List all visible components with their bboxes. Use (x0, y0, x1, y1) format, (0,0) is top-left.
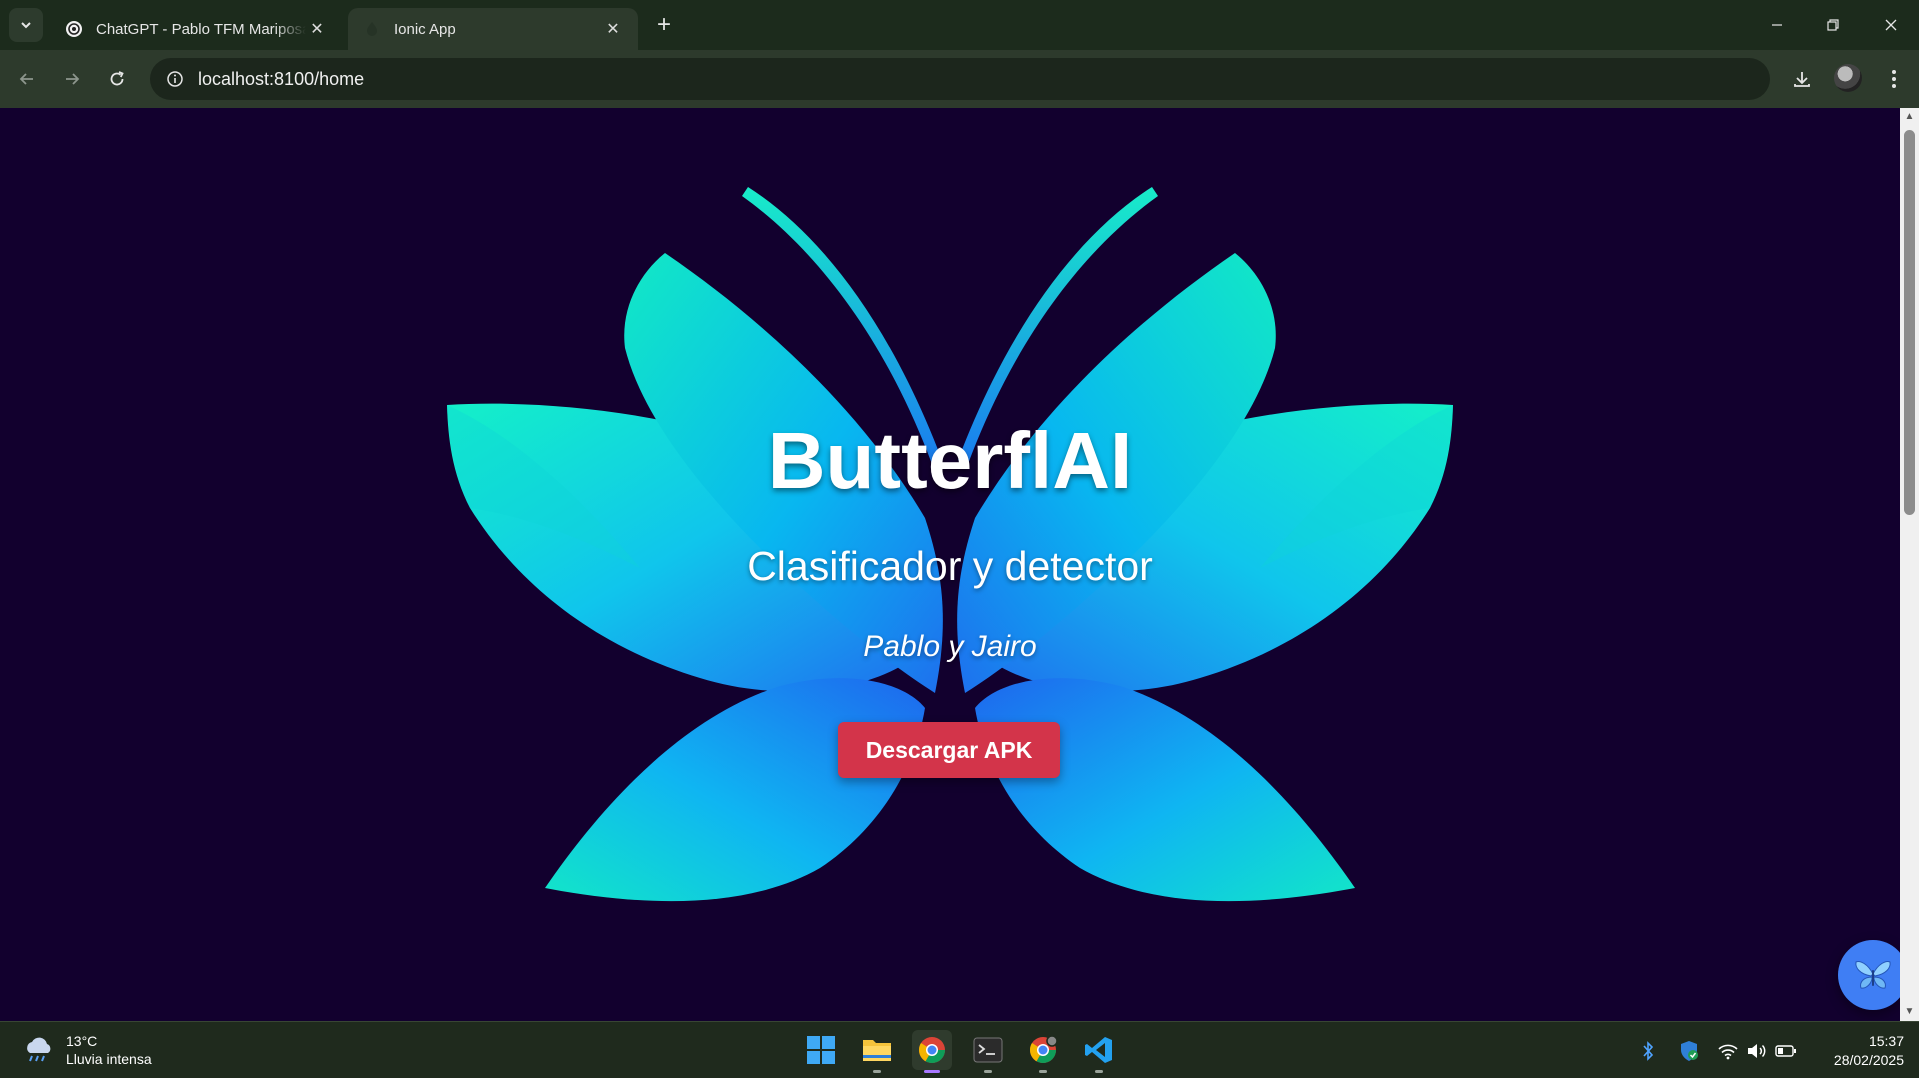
scroll-thumb[interactable] (1904, 130, 1915, 515)
volume-icon[interactable] (1746, 1040, 1768, 1062)
tab-search-button[interactable] (9, 8, 43, 42)
app-page: ButterflAI Clasificador y detector Pablo… (0, 108, 1900, 1021)
app-title: ButterflAI (767, 416, 1133, 505)
forward-arrow-icon[interactable] (57, 64, 87, 94)
system-clock[interactable]: 15:37 28/02/2025 (1808, 1032, 1904, 1070)
chrome-profile-icon[interactable] (1023, 1030, 1063, 1073)
chrome-icon[interactable] (912, 1030, 952, 1073)
weather-widget[interactable]: 13°C Lluvia intensa (22, 1032, 152, 1068)
tab-strip: ChatGPT - Pablo TFM Mariposa ✕ Ionic App… (0, 0, 1919, 50)
ionic-icon (362, 19, 382, 39)
security-shield-icon[interactable] (1678, 1040, 1700, 1062)
browser-toolbar: localhost:8100/home G文 (0, 50, 1919, 139)
restore-icon[interactable] (1818, 10, 1848, 40)
clock-time: 15:37 (1868, 1033, 1904, 1049)
weather-temperature: 13°C (66, 1033, 98, 1049)
weather-condition: Lluvia intensa (66, 1051, 152, 1067)
close-icon[interactable]: ✕ (306, 18, 328, 40)
download-apk-button[interactable]: Descargar APK (838, 722, 1060, 778)
rain-cloud-icon (27, 1037, 51, 1062)
minimize-icon[interactable] (1762, 10, 1792, 40)
chevron-down-icon (21, 22, 31, 29)
taskbar: 13°C Lluvia intensa 15:37 28/02/2025 (0, 1021, 1919, 1078)
clock-date: 28/02/2025 (1833, 1052, 1904, 1068)
back-arrow-icon[interactable] (12, 64, 42, 94)
scroll-down-icon[interactable]: ▼ (1904, 1007, 1915, 1017)
reload-icon[interactable] (102, 64, 132, 94)
windows-start-icon[interactable] (801, 1030, 841, 1070)
file-explorer-icon[interactable] (857, 1030, 897, 1073)
battery-icon[interactable] (1775, 1040, 1797, 1062)
page-scrollbar[interactable]: ▲ ▼ (1900, 108, 1919, 1021)
tab-chatgpt[interactable]: ChatGPT - Pablo TFM Mariposa ✕ (50, 8, 342, 50)
bluetooth-icon[interactable] (1637, 1040, 1659, 1062)
butterfly-icon (1855, 961, 1891, 989)
wifi-icon[interactable] (1717, 1040, 1739, 1062)
new-tab-button[interactable]: + (650, 12, 678, 40)
openai-icon (64, 19, 84, 39)
site-info-icon[interactable] (154, 58, 196, 100)
download-icon[interactable] (1787, 64, 1817, 94)
app-authors: Pablo y Jairo (863, 630, 1037, 663)
app-subtitle: Clasificador y detector (747, 543, 1153, 589)
floating-action-button[interactable] (1838, 940, 1900, 1010)
close-icon[interactable]: ✕ (602, 18, 624, 40)
scroll-up-icon[interactable]: ▲ (1904, 112, 1915, 122)
profile-avatar[interactable] (1834, 64, 1862, 92)
address-bar[interactable]: localhost:8100/home (150, 58, 1770, 100)
vscode-icon[interactable] (1079, 1030, 1119, 1073)
tab-title: Ionic App (394, 20, 456, 38)
url-text: localhost:8100/home (198, 68, 365, 89)
tab-ionic-app[interactable]: Ionic App ✕ (348, 8, 638, 50)
close-window-icon[interactable] (1876, 10, 1906, 40)
tab-title: ChatGPT - Pablo TFM Mariposa (96, 20, 306, 38)
terminal-icon[interactable] (968, 1030, 1008, 1073)
more-menu-icon[interactable] (1879, 64, 1909, 94)
